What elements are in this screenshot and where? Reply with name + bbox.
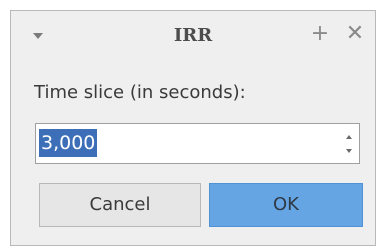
close-icon[interactable]: ✕ [344,22,366,46]
spin-arrows[interactable] [343,127,357,160]
spin-up-icon[interactable] [346,135,352,139]
irr-dialog: IRR + ✕ Time slice (in seconds): 3,000 C… [10,10,376,246]
cancel-button[interactable]: Cancel [39,183,201,227]
add-icon[interactable]: + [309,22,331,46]
spin-down-icon[interactable] [346,149,352,153]
time-slice-label: Time slice (in seconds): [34,82,246,103]
time-slice-value[interactable]: 3,000 [39,129,98,157]
time-slice-spinbox[interactable]: 3,000 [35,123,360,164]
title-bar[interactable]: IRR + ✕ [11,11,375,59]
ok-button[interactable]: OK [209,183,363,227]
